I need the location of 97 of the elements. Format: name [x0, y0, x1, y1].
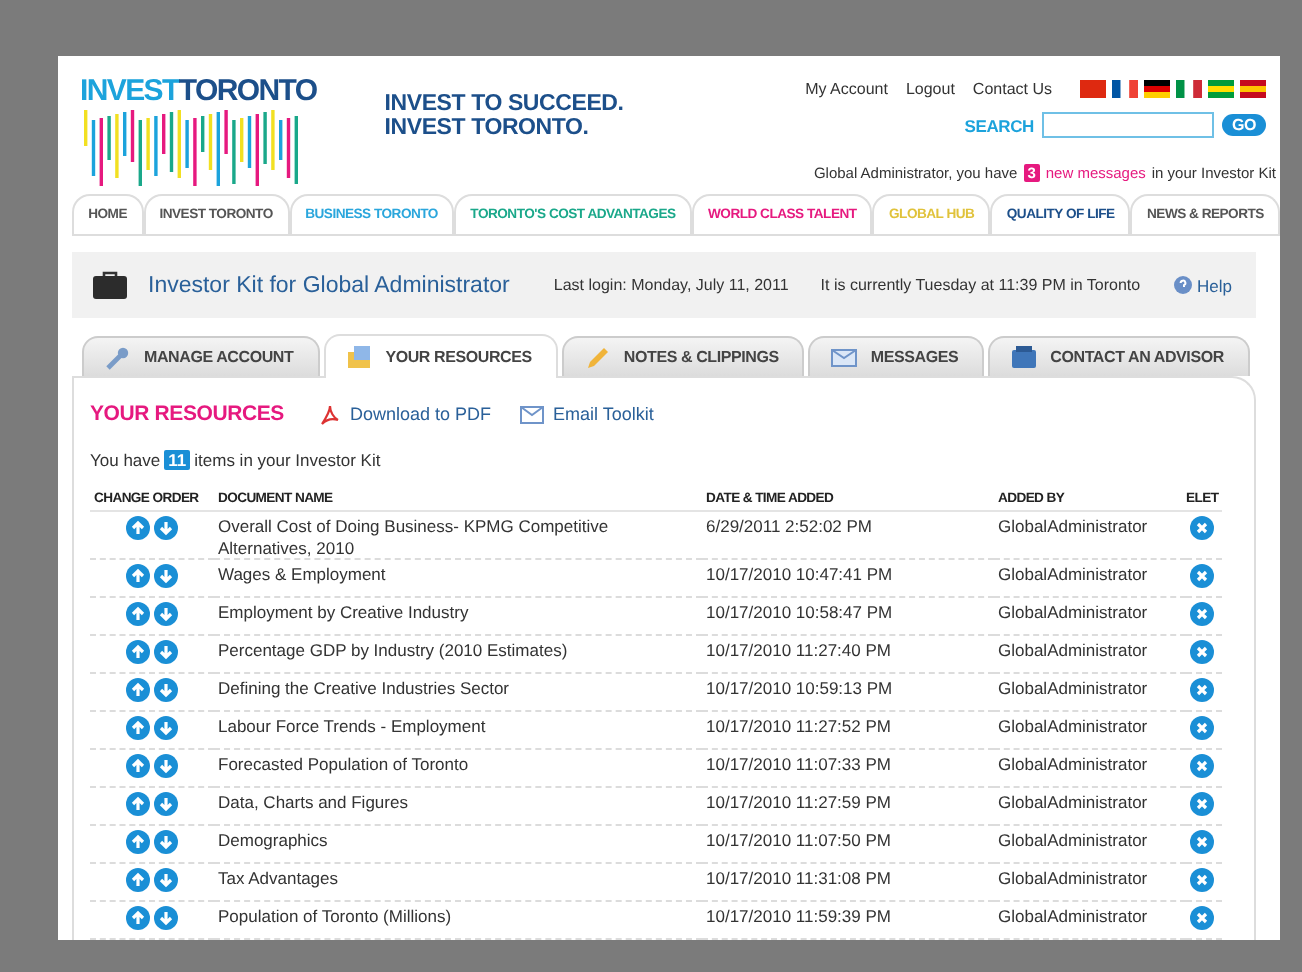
table-cell: 10/17/2010 11:07:33 PM — [706, 754, 891, 776]
table-cell: 10/17/2010 11:59:39 PM — [706, 906, 891, 928]
table-cell: Demographics — [218, 830, 328, 852]
table-cell: Data, Charts and Figures — [218, 792, 408, 814]
table-cell: 10/17/2010 11:31:08 PM — [706, 868, 891, 890]
kit-title: Investor Kit for Global Administrator — [148, 273, 510, 298]
logo[interactable]: INVESTTORONTO — [80, 72, 321, 194]
header-link[interactable]: Logout — [905, 80, 955, 98]
move-down-icon[interactable] — [154, 792, 178, 817]
table-cell: Labour Force Trends - Employment — [218, 716, 486, 738]
help-icon — [1173, 276, 1192, 295]
summary-text: You have — [90, 450, 161, 471]
table-cell: Tax Advantages — [218, 868, 339, 890]
table-cell: GlobalAdministrator — [998, 602, 1148, 624]
move-down-icon[interactable] — [154, 640, 178, 665]
table-cell: GlobalAdministrator — [998, 716, 1148, 738]
table-cell: Forecasted Population of Toronto — [218, 754, 469, 776]
table-cell: GlobalAdministrator — [998, 640, 1148, 662]
briefcase-icon — [92, 270, 128, 301]
move-up-icon[interactable] — [126, 830, 150, 855]
move-down-icon[interactable] — [154, 516, 178, 541]
table-cell: GlobalAdministrator — [998, 564, 1148, 586]
email-link[interactable]: Email Toolkit — [519, 404, 654, 425]
table-cell-text: Overall Cost of Doing Business- KPMG Competitive Alternatives, 2010 — [218, 516, 611, 559]
table-cell: Population of Toronto (Millions) — [218, 906, 452, 928]
move-up-icon[interactable] — [126, 868, 150, 893]
move-down-icon[interactable] — [154, 754, 178, 779]
delete-icon[interactable] — [1190, 602, 1214, 627]
move-down-icon[interactable] — [154, 678, 178, 703]
tab[interactable]: MESSAGES — [808, 336, 985, 377]
search-label: SEARCH — [964, 115, 1034, 135]
delete-icon[interactable] — [1190, 868, 1214, 893]
table-cell: GlobalAdministrator — [998, 678, 1148, 700]
delete-icon[interactable] — [1190, 830, 1214, 855]
tab[interactable]: NOTES & CLIPPINGS — [561, 336, 805, 377]
move-up-icon[interactable] — [126, 792, 150, 817]
go-button[interactable]: GO — [1221, 114, 1266, 136]
move-up-icon[interactable] — [126, 678, 150, 703]
item-count-badge: 11 — [164, 450, 191, 471]
tagline: INVEST TORONTO. — [384, 116, 591, 140]
table-cell: GlobalAdministrator — [998, 516, 1148, 538]
download-pdf-link[interactable]: Download to PDF — [319, 403, 492, 426]
search-field[interactable] — [1041, 112, 1214, 138]
envelope-icon — [519, 405, 544, 424]
tab[interactable]: MANAGE ACCOUNT — [82, 336, 320, 377]
table-cell: 10/17/2010 11:07:50 PM — [706, 830, 891, 852]
table-cell: GlobalAdministrator — [998, 792, 1148, 814]
move-up-icon[interactable] — [126, 716, 150, 741]
table-cell: 10/17/2010 11:27:59 PM — [706, 792, 891, 814]
delete-icon[interactable] — [1190, 640, 1214, 665]
tab[interactable]: YOUR RESOURCES — [323, 334, 558, 379]
delete-icon[interactable] — [1190, 678, 1214, 703]
table-cell: 10/17/2010 10:47:41 PM — [706, 564, 893, 586]
table-cell: Percentage GDP by Industry (2010 Estimates) — [218, 640, 568, 662]
table-cell: 10/17/2010 10:59:13 PM — [706, 678, 893, 700]
pencil-icon — [583, 344, 612, 371]
table-cell: Employment by Creative Industry — [218, 602, 469, 624]
move-up-icon[interactable] — [126, 906, 150, 931]
delete-icon[interactable] — [1190, 516, 1214, 541]
table-cell: Defining the Creative Industries Sector — [218, 678, 510, 700]
move-down-icon[interactable] — [154, 564, 178, 589]
tagline: INVEST TO SUCCEED. — [384, 92, 624, 116]
table-cell: GlobalAdministrator — [998, 754, 1148, 776]
header-link[interactable]: My Account — [805, 80, 888, 98]
move-up-icon[interactable] — [126, 516, 150, 541]
current-time-text: It is currently Tuesday at 11:39 PM in Toronto — [820, 276, 1141, 295]
delete-icon[interactable] — [1190, 716, 1214, 741]
summary-text: items in your Investor Kit — [194, 450, 381, 471]
move-up-icon[interactable] — [126, 564, 150, 589]
last-login-text: Last login: Monday, July 11, 2011 — [553, 276, 789, 295]
delete-icon[interactable] — [1190, 754, 1214, 779]
section-title: YOUR RESOURCES — [90, 402, 284, 427]
help-link[interactable]: Help — [1173, 275, 1232, 296]
table-cell: GlobalAdministrator — [998, 906, 1148, 928]
table-cell: 6/29/2011 2:52:02 PM — [706, 516, 873, 538]
delete-icon[interactable] — [1190, 792, 1214, 817]
table-cell: 10/17/2010 10:58:47 PM — [706, 602, 893, 624]
move-up-icon[interactable] — [126, 754, 150, 779]
move-down-icon[interactable] — [154, 716, 178, 741]
header-link[interactable]: Contact Us — [972, 80, 1052, 98]
table-cell: 10/17/2010 11:27:40 PM — [706, 640, 891, 662]
move-down-icon[interactable] — [154, 868, 178, 893]
move-up-icon[interactable] — [126, 640, 150, 665]
delete-icon[interactable] — [1190, 564, 1214, 589]
flag-icon[interactable] — [1144, 80, 1170, 98]
move-down-icon[interactable] — [154, 830, 178, 855]
table-cell: Wages & Employment — [218, 564, 386, 586]
move-up-icon[interactable] — [126, 602, 150, 627]
table-cell: GlobalAdministrator — [998, 830, 1148, 852]
flag-icon[interactable] — [1112, 80, 1138, 98]
delete-icon[interactable] — [1190, 906, 1214, 931]
table-cell: 10/17/2010 11:27:52 PM — [706, 716, 891, 738]
move-down-icon[interactable] — [154, 602, 178, 627]
envelope-icon — [830, 344, 859, 371]
tab[interactable]: CONTACT AN ADVISOR — [988, 336, 1250, 377]
table-cell: GlobalAdministrator — [998, 868, 1148, 890]
move-down-icon[interactable] — [154, 906, 178, 931]
